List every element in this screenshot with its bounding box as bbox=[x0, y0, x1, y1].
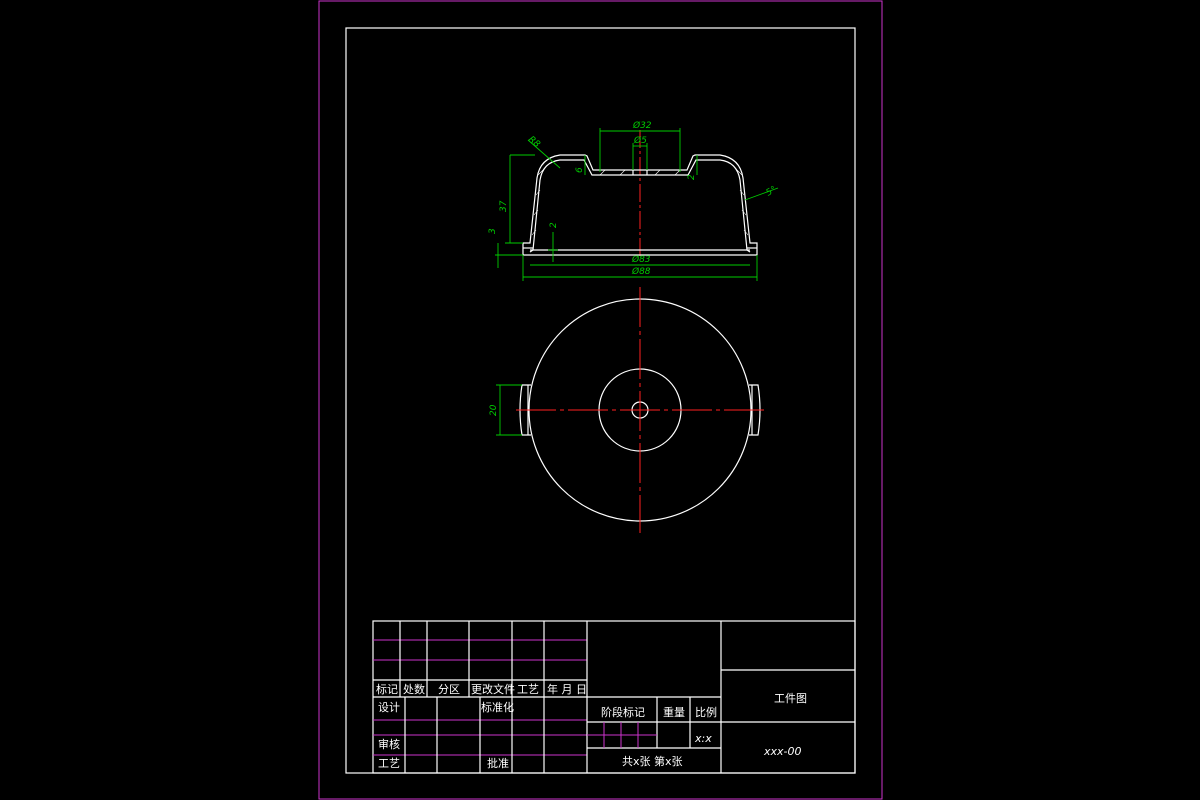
tb-process-label: 工艺 bbox=[378, 757, 400, 770]
tb-scale-value: x:x bbox=[694, 732, 712, 745]
cad-drawing: Ø32 Ø5 R8 6 2 5° 37 3 2 Ø83 Ø88 20 标记 处数… bbox=[318, 0, 883, 800]
dim-h2-top-label: 2 bbox=[687, 174, 697, 180]
tb-header-docno: 更改文件 bbox=[471, 682, 515, 696]
dim-d88-label: Ø88 bbox=[631, 266, 651, 277]
tb-review-label: 审核 bbox=[378, 737, 400, 751]
tb-header-zone: 分区 bbox=[438, 683, 460, 696]
tb-approve-label: 批准 bbox=[487, 756, 509, 770]
dim-h6-label: 6 bbox=[575, 167, 585, 173]
tb-header-craft: 工艺 bbox=[517, 683, 539, 696]
tb-drawing-name: 工件图 bbox=[774, 692, 807, 705]
dim-w20-label: 20 bbox=[489, 404, 499, 416]
tb-stage-mark-label: 阶段标记 bbox=[601, 705, 645, 719]
tb-design-label: 设计 bbox=[378, 701, 400, 714]
tb-header-count: 处数 bbox=[403, 683, 425, 696]
dim-r8-label: R8 bbox=[526, 135, 542, 151]
tb-weight-label: 重量 bbox=[663, 705, 685, 719]
dim-d83-label: Ø83 bbox=[631, 254, 651, 265]
dim-d5-label: Ø5 bbox=[633, 135, 647, 146]
dim-h3-label: 3 bbox=[488, 228, 498, 234]
title-block: 标记 处数 分区 更改文件 工艺 年 月 日 设计 标准化 阶段标记 重量 比例… bbox=[372, 620, 856, 774]
tb-header-mark: 标记 bbox=[376, 682, 398, 696]
top-view: 20 bbox=[489, 287, 764, 533]
tb-scale-label: 比例 bbox=[695, 705, 717, 719]
front-view-dimensions: Ø32 Ø5 R8 6 2 5° 37 3 2 Ø83 Ø88 bbox=[488, 120, 778, 281]
front-section-view: Ø32 Ø5 R8 6 2 5° 37 3 2 Ø83 Ø88 bbox=[488, 120, 778, 281]
dim-angle-label: 5° bbox=[765, 185, 779, 199]
tb-sheets-label: 共x张 第x张 bbox=[622, 754, 683, 768]
dim-h37-label: 37 bbox=[499, 200, 509, 212]
tb-standard-label: 标准化 bbox=[481, 700, 514, 714]
tb-header-date: 年 月 日 bbox=[547, 682, 587, 696]
dim-h2-bottom-label: 2 bbox=[549, 222, 559, 228]
tb-drawing-number: xxx-00 bbox=[763, 745, 802, 758]
dim-d32-label: Ø32 bbox=[632, 120, 652, 131]
